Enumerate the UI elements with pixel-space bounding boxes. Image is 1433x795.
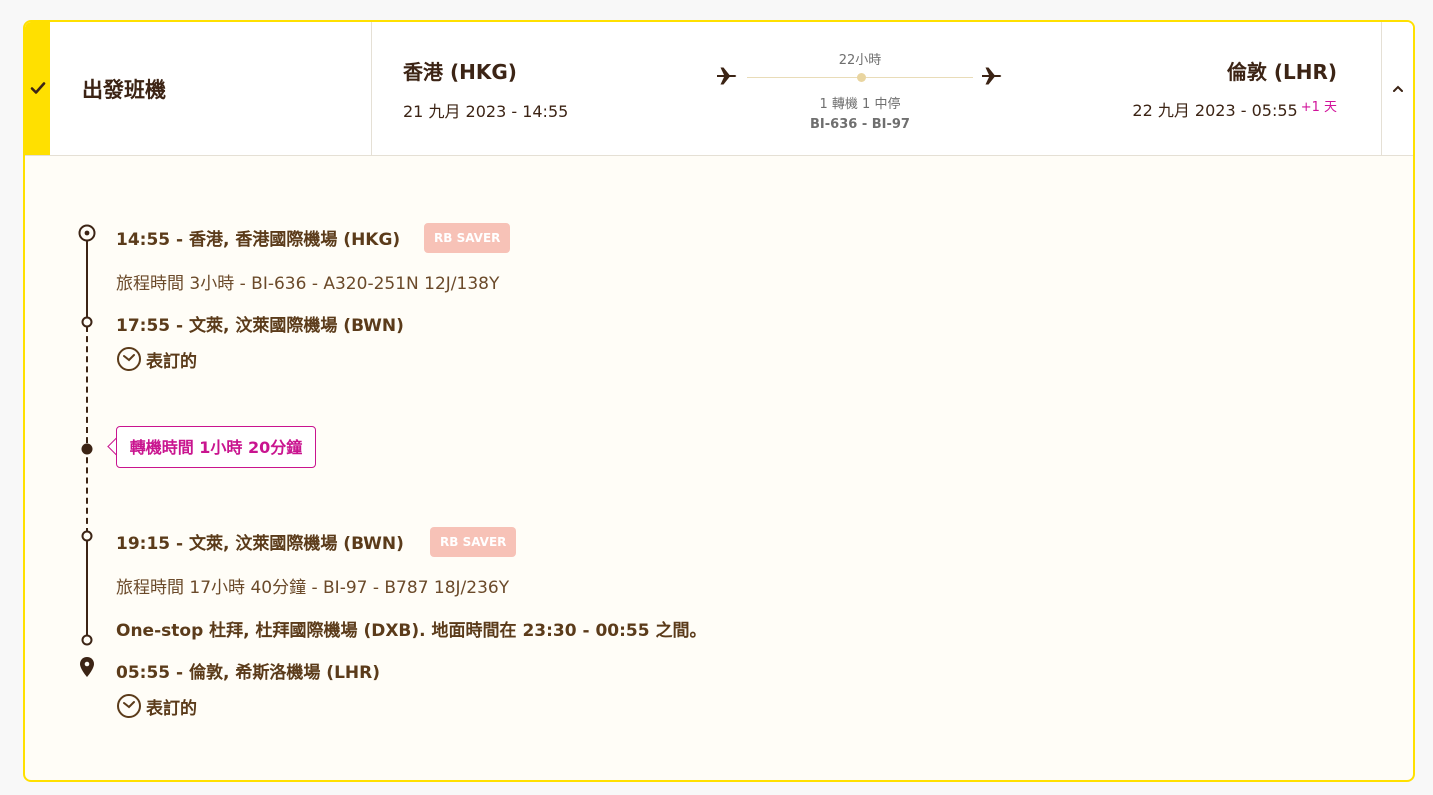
stop-node [81,634,93,646]
connection-node [81,443,93,455]
segment2-departure: 19:15 - 文萊, 汶萊國際機場 (BWN) [116,534,404,554]
fare-badge: RB SAVER [430,527,517,557]
segment1-status: 表訂的 [116,346,197,372]
total-duration: 22小時 [838,53,882,68]
segment2-status: 表訂的 [116,693,197,719]
segment2-arrival: 05:55 - 倫敦, 希斯洛機場 (LHR) [116,663,380,683]
clock-icon [117,694,141,718]
selected-strip [25,22,50,155]
destination-pin-icon [80,657,94,677]
status-label: 表訂的 [146,698,197,719]
destination-datetime-text: 22 九月 2023 - 05:55 [1132,101,1298,120]
stops-summary: 1 轉機 1 中停 [819,97,901,112]
divider [371,22,372,155]
segment2-details: 旅程時間 17小時 40分鐘 - BI-97 - B787 18J/236Y [116,578,510,598]
timeline-segment [86,540,88,636]
status-label: 表訂的 [146,351,197,372]
connection-time: 轉機時間 1小時 20分鐘 [116,426,316,468]
stop-node [81,316,93,328]
fare-badge: RB SAVER [424,223,511,253]
origin-target-icon [78,224,96,242]
segment1-departure: 14:55 - 香港, 香港國際機場 (HKG) [116,230,401,250]
collapse-button[interactable] [1383,22,1413,155]
segment1-details: 旅程時間 3小時 - BI-636 - A320-251N 12J/138Y [116,274,500,294]
plane-icon [982,67,1002,85]
stop-dot [857,73,866,82]
flight-numbers: BI-636 - BI-97 [810,117,910,132]
stop-node [81,530,93,542]
destination-datetime: 22 九月 2023 - 05:55 +1 天 [1132,96,1337,121]
segment2-stop-note: One-stop 杜拜, 杜拜國際機場 (DXB). 地面時間在 23:30 -… [116,621,707,641]
check-icon [30,82,46,94]
clock-icon [117,347,141,371]
timeline-segment [86,240,88,320]
timeline-connection [86,326,88,534]
divider [1381,22,1382,155]
origin-datetime: 21 九月 2023 - 14:55 [403,102,569,121]
origin-city: 香港 (HKG) [403,60,517,84]
plane-icon [717,67,737,85]
segment1-arrival: 17:55 - 文萊, 汶萊國際機場 (BWN) [116,316,404,336]
itinerary-details: 14:55 - 香港, 香港國際機場 (HKG) RB SAVER 旅程時間 3… [25,156,1413,780]
flight-card: 出發班機 香港 (HKG) 21 九月 2023 - 14:55 22小時 1 … [23,20,1415,782]
flight-header[interactable]: 出發班機 香港 (HKG) 21 九月 2023 - 14:55 22小時 1 … [25,22,1413,156]
chevron-up-icon [1393,85,1403,92]
destination-city: 倫敦 (LHR) [1226,60,1337,84]
section-title: 出發班機 [82,78,166,102]
day-offset: +1 天 [1300,100,1337,115]
